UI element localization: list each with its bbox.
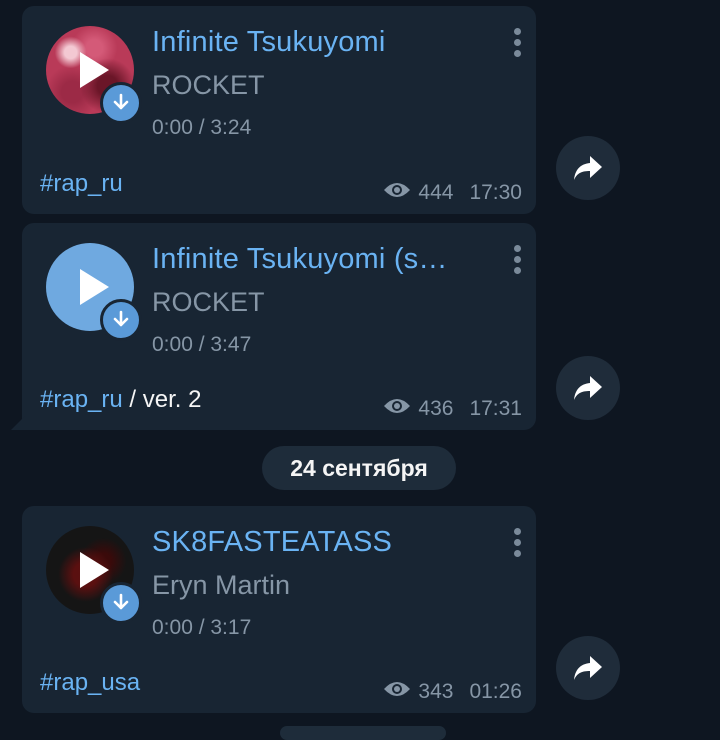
message-meta: 444 17:30 xyxy=(382,180,522,206)
more-options-icon[interactable] xyxy=(512,528,522,564)
eye-icon xyxy=(382,679,412,705)
share-arrow-icon xyxy=(574,376,602,400)
caption-text: / ver. 2 xyxy=(122,386,202,413)
share-arrow-icon xyxy=(574,156,602,180)
forward-button[interactable] xyxy=(556,636,620,700)
download-arrow-icon xyxy=(113,93,129,110)
play-icon[interactable] xyxy=(80,269,109,305)
forward-button[interactable] xyxy=(556,136,620,200)
caption: #rap_ru xyxy=(40,170,123,198)
hashtag-link[interactable]: #rap_usa xyxy=(40,669,140,696)
message-meta: 436 17:31 xyxy=(382,396,522,422)
download-button[interactable] xyxy=(100,82,142,124)
caption: #rap_ru / ver. 2 xyxy=(40,386,201,414)
message-time: 01:26 xyxy=(469,680,522,703)
track-title: Infinite Tsukuyomi (s… xyxy=(152,243,448,275)
download-arrow-icon xyxy=(113,593,129,610)
track-title: SK8FASTEATASS xyxy=(152,526,393,558)
track-title: Infinite Tsukuyomi xyxy=(152,26,386,58)
eye-icon xyxy=(382,396,412,422)
track-artist: ROCKET xyxy=(152,70,265,100)
share-arrow-icon xyxy=(574,656,602,680)
date-separator-partial xyxy=(280,726,446,740)
play-icon[interactable] xyxy=(80,552,109,588)
message-meta: 343 01:26 xyxy=(382,679,522,705)
eye-icon xyxy=(382,180,412,206)
caption: #rap_usa xyxy=(40,669,140,697)
more-options-icon[interactable] xyxy=(512,28,522,64)
date-separator: 24 сентября xyxy=(262,446,456,490)
download-button[interactable] xyxy=(100,582,142,624)
view-count: 343 xyxy=(418,680,454,703)
message-time: 17:30 xyxy=(469,181,522,204)
forward-button[interactable] xyxy=(556,356,620,420)
view-count: 436 xyxy=(418,397,454,420)
view-count: 444 xyxy=(418,181,454,204)
more-options-icon[interactable] xyxy=(512,245,522,281)
track-duration: 0:00 / 3:24 xyxy=(152,116,252,139)
audio-message[interactable]: Infinite Tsukuyomi ROCKET 0:00 / 3:24 #r… xyxy=(22,6,536,214)
download-button[interactable] xyxy=(100,299,142,341)
audio-message[interactable]: SK8FASTEATASS Eryn Martin 0:00 / 3:17 #r… xyxy=(22,506,536,713)
hashtag-link[interactable]: #rap_ru xyxy=(40,386,123,413)
play-icon[interactable] xyxy=(80,52,109,88)
track-duration: 0:00 / 3:47 xyxy=(152,333,252,356)
message-time: 17:31 xyxy=(469,397,522,420)
track-artist: ROCKET xyxy=(152,287,265,317)
hashtag-link[interactable]: #rap_ru xyxy=(40,170,123,197)
audio-message[interactable]: Infinite Tsukuyomi (s… ROCKET 0:00 / 3:4… xyxy=(11,223,536,430)
download-arrow-icon xyxy=(113,310,129,327)
track-artist: Eryn Martin xyxy=(152,570,291,600)
track-duration: 0:00 / 3:17 xyxy=(152,616,252,639)
